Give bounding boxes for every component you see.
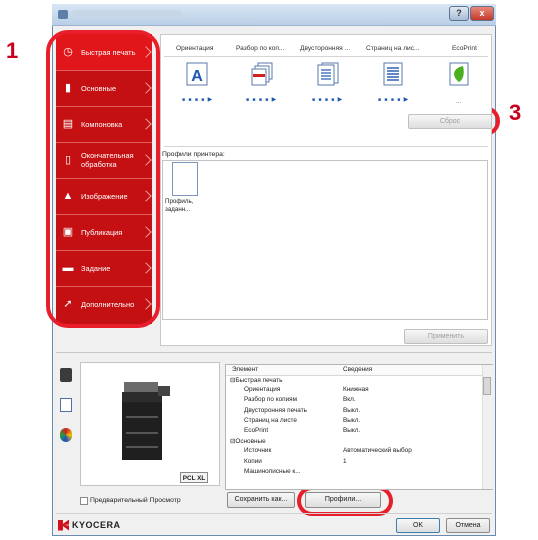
summary-group[interactable]: ⊟Основные — [230, 437, 266, 445]
duplex-icon[interactable] — [316, 62, 339, 86]
summary-item-value: Выкл. — [343, 427, 361, 434]
summary-item-name: Ориентация — [244, 386, 281, 394]
printer-profiles-title: Профили принтера: — [162, 151, 225, 158]
summary-item: Копии — [244, 458, 262, 465]
profiles-button[interactable]: Профили... — [305, 492, 381, 508]
preview-label: Предварительный Просмотр — [90, 497, 181, 504]
footer-divider — [56, 513, 492, 514]
column-headers-divider — [164, 56, 488, 57]
kyocera-logo: KYOCERA — [58, 519, 121, 531]
summary-item-value: Книжная — [343, 386, 369, 394]
option-stepper-dots[interactable]: ■ ■ ■ ■ ▶ — [378, 96, 409, 103]
color-tab-icon[interactable] — [60, 428, 72, 442]
option-stepper-dots[interactable]: ■ ■ ■ ■ ▶ — [182, 96, 213, 103]
cancel-button[interactable]: Отмена — [446, 518, 490, 533]
orientation-icon[interactable]: A — [186, 62, 208, 86]
column-label: Разбор по коп... — [236, 45, 285, 52]
summary-item-name: Копии — [244, 457, 262, 465]
summary-item-name: Двусторонняя печать — [244, 406, 307, 414]
callout-number-1: 1 — [6, 38, 19, 63]
option-stepper-dots[interactable]: ■ ■ ■ ■ ▶ — [246, 96, 277, 103]
bottom-divider — [56, 352, 492, 353]
apply-button[interactable]: Применить — [404, 329, 488, 344]
pdl-badge: PCL XL — [180, 472, 208, 483]
title-text-blur — [72, 10, 182, 19]
profile-tile-label: Профиль, заданн... — [165, 198, 194, 213]
title-bar — [52, 4, 496, 26]
ok-button[interactable]: OK — [396, 518, 440, 533]
profile-page-icon — [172, 162, 198, 196]
preview-checkbox[interactable] — [80, 497, 88, 505]
column-label: Двусторонняя ... — [300, 45, 351, 52]
summary-item-value: Выкл. — [343, 406, 361, 414]
leaf-icon[interactable] — [448, 62, 470, 86]
profile-tile[interactable]: Профиль, заданн... — [165, 162, 205, 222]
highlight-sidebar — [46, 30, 160, 328]
summary-item: Ориентация — [244, 386, 280, 393]
cut-label: ... — [456, 99, 462, 105]
summary-item-name: EcoPrint — [244, 427, 269, 434]
column-label: Страниц на лис... — [366, 45, 420, 52]
printer-illustration — [122, 382, 170, 460]
summary-item: Машинописные к... — [244, 468, 301, 475]
summary-item-name: Источник — [244, 447, 272, 455]
close-button[interactable]: x — [470, 6, 494, 21]
option-stepper-dots[interactable]: ■ ■ ■ ■ ▶ — [312, 96, 343, 103]
summary-item-name: Быстрая печать — [235, 377, 283, 384]
summary-item-value: Выкл. — [343, 416, 361, 424]
summary-group[interactable]: ⊟Быстрая печать — [230, 376, 282, 384]
summary-item-name: Разбор по копиям — [244, 396, 298, 404]
summary-item: EcoPrint — [244, 427, 268, 434]
summary-item-value: Автоматический выбор — [343, 447, 412, 455]
summary-item: Двусторонняя печать — [244, 407, 307, 414]
pages-per-sheet-icon[interactable] — [382, 62, 404, 86]
summary-header-element: Элемент — [232, 366, 259, 373]
column-label: EcoPrint — [452, 45, 477, 52]
summary-item: Страниц на листе — [244, 417, 297, 424]
svg-text:A: A — [191, 68, 203, 85]
summary-item-name: Страниц на листе — [244, 416, 297, 424]
summary-item-name: Основные — [235, 438, 266, 446]
help-button[interactable]: ? — [449, 6, 469, 21]
app-icon — [58, 10, 68, 19]
callout-number-3: 3 — [509, 100, 522, 125]
summary-item: Разбор по копиям — [244, 396, 297, 403]
summary-item-name: Машинописные к... — [244, 467, 301, 475]
summary-header-details: Сведения — [343, 366, 373, 373]
summary-item-value: 1 — [343, 457, 347, 465]
summary-scroll-thumb[interactable] — [483, 377, 491, 395]
profiles-divider — [164, 146, 488, 147]
collate-icon[interactable] — [250, 62, 273, 86]
summary-item-value: Вкл. — [343, 396, 356, 404]
printer-profiles-list — [162, 160, 488, 320]
save-as-button[interactable]: Сохранить как... — [227, 492, 295, 508]
printer-tab-icon[interactable] — [60, 368, 72, 382]
kyocera-mark-icon — [58, 519, 69, 531]
document-tab-icon[interactable] — [60, 398, 72, 412]
column-label: Ориентация — [176, 45, 214, 52]
reset-button[interactable]: Сброс — [408, 114, 492, 129]
summary-item: Источник — [244, 447, 271, 454]
kyocera-wordmark: KYOCERA — [72, 520, 121, 530]
